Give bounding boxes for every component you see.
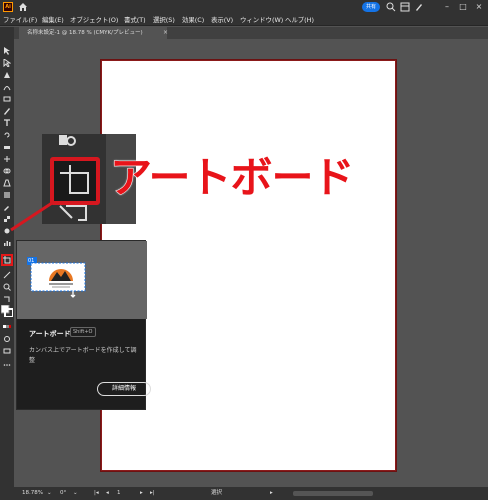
shape-builder-zoom-icon xyxy=(59,135,76,146)
fill-stroke-swatch[interactable] xyxy=(1,305,13,317)
close-window-button[interactable]: × xyxy=(472,0,486,14)
rotation-dropdown-icon[interactable]: ⌄ xyxy=(73,487,78,500)
app-logo: Ai xyxy=(3,2,13,12)
direct-selection-tool-icon[interactable] xyxy=(3,59,11,67)
artboard-tool-icon[interactable] xyxy=(3,256,11,264)
zoom-tool-icon[interactable] xyxy=(3,283,11,291)
symbol-sprayer-tool-icon[interactable] xyxy=(3,227,11,235)
document-tab[interactable]: 名称未設定-1 @ 18.78 % (CMYK/プレビュー) × xyxy=(19,27,168,39)
curvature-tool-icon[interactable] xyxy=(3,83,11,91)
menu-file[interactable]: ファイル(F) xyxy=(3,15,37,25)
artboard-number[interactable]: 1 xyxy=(117,487,121,500)
menu-help[interactable]: ヘルプ(H) xyxy=(285,15,314,25)
minimize-button[interactable]: – xyxy=(440,0,454,14)
rotate-tool-icon[interactable] xyxy=(3,131,11,139)
tool-tooltip: 01 アートボード Shift+O カンバス上でアートボードを作成して調整 詳細… xyxy=(16,240,151,410)
layout-icon[interactable] xyxy=(400,2,410,12)
artboard-preview-icon xyxy=(27,257,86,298)
home-icon[interactable] xyxy=(18,2,28,12)
menu-view[interactable]: 表示(V) xyxy=(211,15,233,25)
first-artboard-icon[interactable]: |◂ xyxy=(94,487,99,500)
gradient-tool-icon[interactable] xyxy=(3,191,11,199)
menu-select[interactable]: 選択(S) xyxy=(153,15,175,25)
paintbrush-tool-icon[interactable] xyxy=(3,107,11,115)
close-tab-icon[interactable]: × xyxy=(163,27,168,39)
shape-builder-tool-icon[interactable] xyxy=(3,167,11,175)
artboard-number-badge: 01 xyxy=(28,258,35,264)
blend-tool-icon[interactable] xyxy=(3,215,11,223)
document-tab-title: 名称未設定-1 @ 18.78 % (CMYK/プレビュー) xyxy=(27,30,143,36)
swap-colors-icon[interactable] xyxy=(3,295,11,303)
eraser-tool-icon[interactable] xyxy=(3,143,11,151)
rectangle-tool-icon[interactable] xyxy=(3,95,11,103)
artboard-zoom-icon xyxy=(60,165,89,194)
menu-window[interactable]: ウィンドウ(W) xyxy=(240,15,283,25)
menu-type[interactable]: 書式(T) xyxy=(124,15,146,25)
menu-edit[interactable]: 編集(E) xyxy=(42,15,64,25)
slice-tool-icon[interactable] xyxy=(3,271,11,279)
pen-tool-icon[interactable] xyxy=(3,71,11,79)
document-tab-bar: 名称未設定-1 @ 18.78 % (CMYK/プレビュー) × xyxy=(14,27,488,39)
eyedropper-tool-icon[interactable] xyxy=(3,203,11,211)
title-bar: Ai 共有 – □ × xyxy=(0,0,488,14)
perspective-tool-icon[interactable] xyxy=(3,179,11,187)
horizontal-scrollbar[interactable] xyxy=(293,491,373,496)
last-artboard-icon[interactable]: ▸| xyxy=(150,487,155,500)
next-artboard-icon[interactable]: ▸ xyxy=(140,487,143,500)
tooltip-shortcut: Shift+O xyxy=(70,327,96,337)
screen-mode-icon[interactable] xyxy=(3,347,11,355)
status-arrow-icon[interactable]: ▸ xyxy=(270,487,273,500)
menu-bar: ファイル(F) 編集(E) オブジェクト(O) 書式(T) 選択(S) 効果(C… xyxy=(0,14,488,26)
tooltip-description: カンバス上でアートボードを作成して調整 xyxy=(29,347,137,364)
search-icon[interactable] xyxy=(386,2,396,12)
callout-label: アートボード xyxy=(109,153,354,203)
graph-tool-icon[interactable] xyxy=(3,239,11,247)
tooltip-title: アートボード xyxy=(29,330,71,338)
status-bar: 18.78% ⌄ 0° ⌄ |◂ ◂ 1 ▸ ▸| 選択 ▸ xyxy=(0,487,488,500)
menu-effect[interactable]: 効果(C) xyxy=(182,15,204,25)
rotation-value[interactable]: 0° xyxy=(60,487,66,500)
type-tool-icon[interactable] xyxy=(3,119,11,127)
color-mode-icon[interactable] xyxy=(3,323,11,331)
menu-object[interactable]: オブジェクト(O) xyxy=(70,15,118,25)
brush-icon[interactable] xyxy=(414,2,424,12)
share-button[interactable]: 共有 xyxy=(362,2,380,12)
selection-tool-icon[interactable] xyxy=(3,47,11,55)
maximize-button[interactable]: □ xyxy=(456,0,470,14)
tools-panel xyxy=(0,27,14,487)
zoom-level[interactable]: 18.78% xyxy=(22,487,43,500)
learn-more-button[interactable]: 詳細情報 xyxy=(97,382,151,396)
width-tool-icon[interactable] xyxy=(3,155,11,163)
zoom-dropdown-icon[interactable]: ⌄ xyxy=(47,487,52,500)
draw-mode-icon[interactable] xyxy=(3,335,11,343)
slice-zoom-icon xyxy=(59,205,87,221)
more-tools-icon[interactable] xyxy=(3,361,11,369)
status-mode: 選択 xyxy=(211,490,223,496)
prev-artboard-icon[interactable]: ◂ xyxy=(106,487,109,500)
tooltip-preview: 01 xyxy=(17,241,147,319)
